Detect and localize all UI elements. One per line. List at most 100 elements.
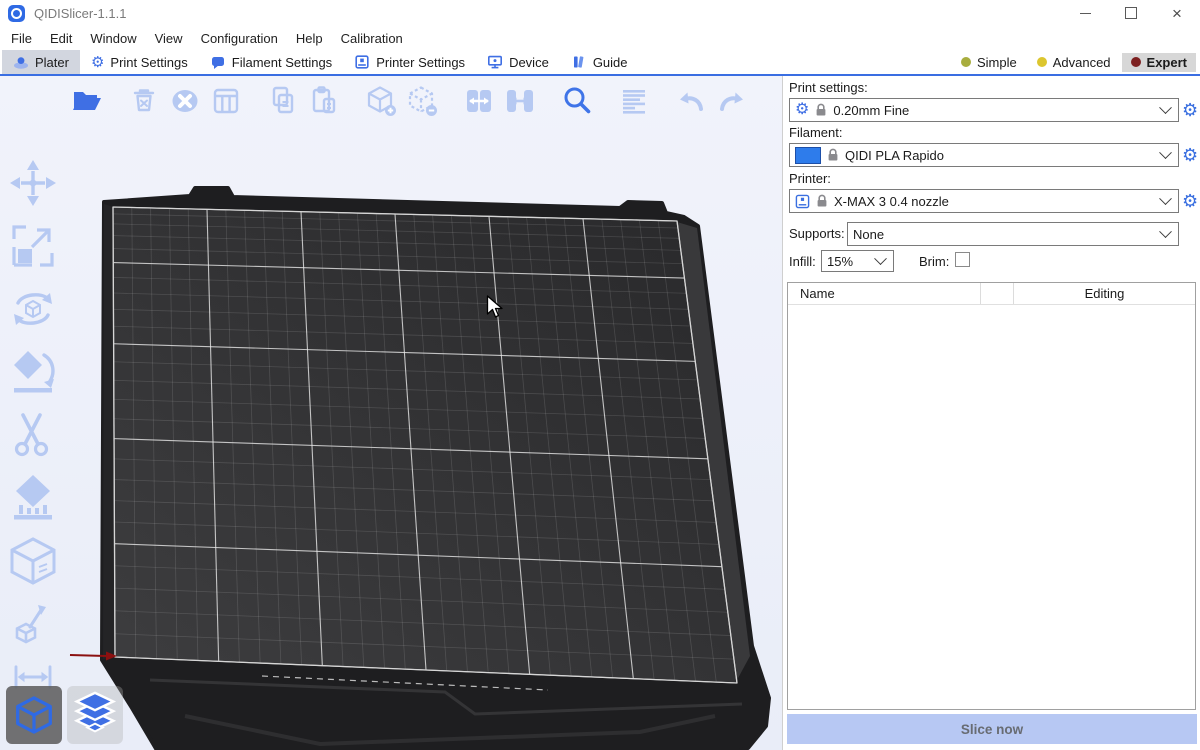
object-manipulation-toolbar: [5, 156, 61, 694]
rotate-icon[interactable]: [5, 282, 61, 336]
tab-printer-settings-label: Printer Settings: [376, 55, 465, 70]
filament-label: Filament:: [789, 125, 842, 140]
column-editing: Editing: [1014, 286, 1195, 301]
delete-all-icon[interactable]: [168, 84, 202, 118]
plater-toolbar: [70, 84, 749, 118]
supports-label: Supports:: [789, 226, 845, 241]
lock-icon: [815, 103, 827, 117]
svg-icon[interactable]: [5, 597, 61, 651]
menu-file[interactable]: File: [2, 31, 41, 46]
infill-combo[interactable]: 15%: [821, 250, 894, 272]
lock-icon: [816, 194, 828, 208]
brim-label: Brim:: [919, 254, 949, 269]
emboss-text-icon[interactable]: [5, 534, 61, 588]
printer-gear-button[interactable]: ⚙: [1182, 192, 1198, 210]
object-list-header: Name Editing: [788, 283, 1195, 305]
remove-instance-icon[interactable]: [405, 84, 439, 118]
maximize-button[interactable]: [1108, 0, 1154, 26]
guide-icon: [571, 54, 587, 70]
print-settings-label: Print settings:: [789, 80, 868, 95]
tab-plater-label: Plater: [35, 55, 69, 70]
arrange-icon[interactable]: [209, 84, 243, 118]
mode-advanced[interactable]: Advanced: [1028, 53, 1120, 72]
tab-device[interactable]: Device: [476, 50, 560, 74]
gear-icon: ⚙: [91, 55, 104, 70]
chevron-down-icon: [874, 252, 887, 265]
tab-filament-settings[interactable]: Filament Settings: [199, 50, 343, 74]
main-area: Print settings: ⚙ 0.20mm Fine ⚙ Filament…: [0, 76, 1200, 750]
tab-plater[interactable]: Plater: [2, 50, 80, 74]
bed-surface: [113, 207, 737, 683]
window-controls: ×: [1062, 0, 1200, 26]
undo-icon[interactable]: [674, 84, 708, 118]
cut-icon[interactable]: [5, 408, 61, 462]
menu-edit[interactable]: Edit: [41, 31, 81, 46]
mode-simple-label: Simple: [977, 55, 1017, 70]
supports-value: None: [853, 227, 1155, 242]
window-title: QIDISlicer-1.1.1: [34, 6, 126, 21]
chevron-down-icon: [1159, 225, 1172, 238]
supports-combo[interactable]: None: [847, 222, 1179, 246]
tab-guide-label: Guide: [593, 55, 628, 70]
advanced-dot-icon: [1037, 57, 1047, 67]
column-name: Name: [788, 283, 981, 304]
paint-supports-icon[interactable]: [5, 471, 61, 525]
filament-color-swatch: [795, 147, 821, 164]
mode-simple[interactable]: Simple: [952, 53, 1026, 72]
move-icon[interactable]: [5, 156, 61, 210]
search-icon[interactable]: [560, 84, 594, 118]
tab-print-settings[interactable]: ⚙ Print Settings: [80, 50, 199, 74]
filament-value: QIDI PLA Rapido: [845, 148, 1155, 163]
tab-guide[interactable]: Guide: [560, 50, 639, 74]
object-list-table[interactable]: Name Editing: [787, 282, 1196, 710]
plater-icon: [13, 54, 29, 70]
menu-help[interactable]: Help: [287, 31, 332, 46]
tab-printer-settings[interactable]: Printer Settings: [343, 50, 476, 74]
variable-layer-height-icon[interactable]: [617, 84, 651, 118]
brim-checkbox[interactable]: [955, 252, 970, 267]
split-to-parts-icon[interactable]: [503, 84, 537, 118]
split-to-objects-icon[interactable]: [462, 84, 496, 118]
title-bar: QIDISlicer-1.1.1 ×: [0, 0, 1200, 26]
copy-icon[interactable]: [266, 84, 300, 118]
editor-3d-view-icon: [12, 693, 56, 737]
preview-button[interactable]: [67, 686, 123, 744]
printer-icon: [354, 54, 370, 70]
device-icon: [487, 54, 503, 70]
mode-expert[interactable]: Expert: [1122, 53, 1196, 72]
menu-configuration[interactable]: Configuration: [192, 31, 287, 46]
editor-3d-view-button[interactable]: [6, 686, 62, 744]
slice-now-label: Slice now: [961, 722, 1023, 737]
mode-switcher: Simple Advanced Expert: [952, 50, 1200, 74]
app-logo-icon: [8, 5, 25, 22]
slice-now-button[interactable]: Slice now: [787, 714, 1197, 744]
tab-filament-settings-label: Filament Settings: [232, 55, 332, 70]
open-icon[interactable]: [70, 84, 104, 118]
paste-icon[interactable]: [307, 84, 341, 118]
minimize-button[interactable]: [1062, 0, 1108, 26]
close-button[interactable]: ×: [1154, 0, 1200, 26]
preset-gear-icon: ⚙: [795, 102, 809, 118]
view-mode-toggles: [6, 686, 123, 744]
chevron-down-icon: [1159, 146, 1172, 159]
tab-print-settings-label: Print Settings: [110, 55, 187, 70]
tab-device-label: Device: [509, 55, 549, 70]
filament-combo[interactable]: QIDI PLA Rapido: [789, 143, 1179, 167]
scale-icon[interactable]: [5, 219, 61, 273]
filament-gear-button[interactable]: ⚙: [1182, 146, 1198, 164]
delete-icon[interactable]: [127, 84, 161, 118]
3d-viewport[interactable]: [0, 76, 783, 750]
add-instance-icon[interactable]: [364, 84, 398, 118]
print-settings-combo[interactable]: ⚙ 0.20mm Fine: [789, 98, 1179, 122]
place-on-face-icon[interactable]: [5, 345, 61, 399]
menu-window[interactable]: Window: [81, 31, 145, 46]
lock-icon: [827, 148, 839, 162]
redo-icon[interactable]: [715, 84, 749, 118]
menu-calibration[interactable]: Calibration: [332, 31, 412, 46]
print-settings-gear-button[interactable]: ⚙: [1182, 101, 1198, 119]
menu-view[interactable]: View: [146, 31, 192, 46]
infill-value: 15%: [827, 254, 870, 269]
printer-value: X-MAX 3 0.4 nozzle: [834, 194, 1155, 209]
chevron-down-icon: [1159, 101, 1172, 114]
printer-combo[interactable]: X-MAX 3 0.4 nozzle: [789, 189, 1179, 213]
